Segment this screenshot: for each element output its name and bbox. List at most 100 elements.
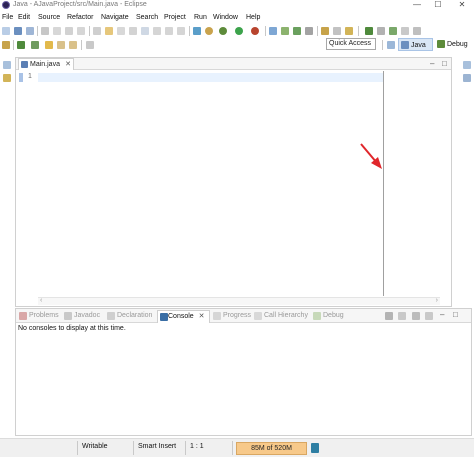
tab-javadoc[interactable]: Javadoc — [64, 311, 100, 322]
annotation-previous-icon[interactable] — [377, 27, 385, 35]
code-text-area[interactable] — [38, 73, 383, 82]
title-bar: Java - AJavaProject/src/Main.java - Ecli… — [0, 0, 474, 12]
open-type-icon[interactable] — [305, 27, 313, 35]
menu-search[interactable]: Search — [136, 14, 158, 21]
step-over-icon[interactable] — [165, 27, 173, 35]
tab-problems[interactable]: Problems — [19, 311, 59, 322]
drop-to-frame-icon[interactable] — [193, 27, 201, 35]
tab-debug[interactable]: Debug — [313, 311, 344, 322]
back-navigation-icon[interactable] — [57, 41, 65, 49]
debug-perspective-icon — [437, 40, 445, 48]
open-console-icon[interactable] — [412, 312, 420, 320]
resume-icon[interactable] — [105, 27, 113, 35]
menu-bar: File Edit Source Refactor Navigate Searc… — [0, 13, 474, 24]
new-java-project-icon[interactable] — [269, 27, 277, 35]
paste-icon[interactable] — [77, 27, 85, 35]
menu-edit[interactable]: Edit — [18, 14, 30, 21]
maximize-editor-button[interactable]: □ — [442, 59, 447, 68]
outline-view-icon[interactable] — [463, 74, 471, 82]
save-icon[interactable] — [14, 27, 22, 35]
status-bar: Writable Smart Insert 1 : 1 85M of 520M — [0, 438, 474, 457]
cut-icon[interactable] — [53, 27, 61, 35]
chevron-down-icon[interactable] — [398, 312, 406, 320]
minimize-editor-button[interactable]: – — [430, 59, 434, 68]
perspective-java-button[interactable]: Java — [398, 38, 433, 51]
menu-file[interactable]: File — [2, 14, 13, 21]
toolbar-separator — [317, 26, 318, 36]
toolbar-separator — [189, 26, 190, 36]
menu-refactor[interactable]: Refactor — [67, 14, 93, 21]
suspend-icon[interactable] — [117, 27, 125, 35]
horizontal-scrollbar[interactable]: ‹ › — [38, 297, 440, 305]
pin-icon[interactable] — [2, 41, 10, 49]
close-tab-icon[interactable]: ✕ — [65, 59, 71, 70]
search-icon[interactable] — [333, 27, 341, 35]
menu-source[interactable]: Source — [38, 14, 60, 21]
disconnect-icon[interactable] — [141, 27, 149, 35]
step-into-icon[interactable] — [153, 27, 161, 35]
external-tools-icon[interactable] — [251, 27, 259, 35]
forward-navigation-icon[interactable] — [69, 41, 77, 49]
quick-access-field[interactable]: Quick Access — [326, 38, 376, 50]
new-class-icon[interactable] — [293, 27, 301, 35]
window-title: Java - AJavaProject/src/Main.java - Ecli… — [13, 1, 147, 8]
close-console-icon[interactable]: ✕ — [199, 313, 205, 320]
editor-tab-main-java[interactable]: Main.java ✕ — [18, 58, 74, 70]
print-icon[interactable] — [41, 27, 49, 35]
perspective-debug-button[interactable]: Debug — [435, 38, 473, 51]
scroll-right-icon[interactable]: › — [436, 297, 438, 304]
debug-icon[interactable] — [219, 27, 227, 35]
skip-breakpoints-icon[interactable] — [93, 27, 101, 35]
minimize-console-button[interactable]: – — [440, 310, 444, 319]
restore-view-icon[interactable] — [3, 61, 11, 69]
new-package-icon[interactable] — [281, 27, 289, 35]
tab-declaration-label: Declaration — [117, 312, 153, 319]
run-icon[interactable] — [235, 27, 243, 35]
editor-tab-label: Main.java — [30, 61, 60, 68]
back-icon[interactable] — [401, 27, 409, 35]
perspective-debug-label: Debug — [447, 41, 468, 48]
package-explorer-icon[interactable] — [3, 74, 11, 82]
terminate-icon[interactable] — [129, 27, 137, 35]
maximize-console-button[interactable]: □ — [453, 310, 458, 319]
tab-progress[interactable]: Progress — [213, 311, 251, 322]
pin-editor-icon[interactable] — [413, 27, 421, 35]
menu-run[interactable]: Run — [194, 14, 207, 21]
menu-navigate[interactable]: Navigate — [101, 14, 129, 21]
toggle-mark-occurrences-icon[interactable] — [345, 27, 353, 35]
chevron-down-icon[interactable] — [86, 41, 94, 49]
chevron-down-icon[interactable] — [425, 312, 433, 320]
menu-help[interactable]: Help — [246, 14, 260, 21]
heap-status[interactable]: 85M of 520M — [236, 442, 307, 455]
java-perspective-icon — [401, 41, 409, 49]
java-file-icon — [21, 61, 28, 68]
tab-call-hierarchy[interactable]: Call Hierarchy — [254, 311, 308, 322]
minimize-window-button[interactable]: — — [407, 0, 427, 11]
copy-icon[interactable] — [65, 27, 73, 35]
last-edit-icon[interactable] — [45, 41, 53, 49]
last-edit-location-icon[interactable] — [389, 27, 397, 35]
previous-annotation-icon[interactable] — [31, 41, 39, 49]
new-icon[interactable] — [2, 27, 10, 35]
line-number: 1 — [28, 73, 32, 80]
step-return-icon[interactable] — [177, 27, 185, 35]
annotation-next-icon[interactable] — [365, 27, 373, 35]
gear-debug-icon[interactable] — [205, 27, 213, 35]
next-annotation-icon[interactable] — [17, 41, 25, 49]
menu-project[interactable]: Project — [164, 14, 186, 21]
restore-right-view-icon[interactable] — [463, 61, 471, 69]
toolbar-separator — [13, 40, 14, 50]
open-task-icon[interactable] — [321, 27, 329, 35]
scroll-left-icon[interactable]: ‹ — [40, 297, 42, 304]
maximize-window-button[interactable]: ☐ — [428, 0, 448, 11]
open-perspective-icon[interactable] — [387, 41, 395, 49]
tab-console[interactable]: Console ✕ — [157, 310, 210, 323]
trash-icon[interactable] — [311, 443, 319, 453]
main-toolbar — [0, 24, 474, 38]
toolbar-separator — [81, 40, 82, 50]
tab-declaration[interactable]: Declaration — [107, 311, 152, 322]
display-selected-console-icon[interactable] — [385, 312, 393, 320]
menu-window[interactable]: Window — [213, 14, 238, 21]
save-all-icon[interactable] — [26, 27, 34, 35]
close-window-button[interactable]: ✕ — [452, 0, 472, 11]
